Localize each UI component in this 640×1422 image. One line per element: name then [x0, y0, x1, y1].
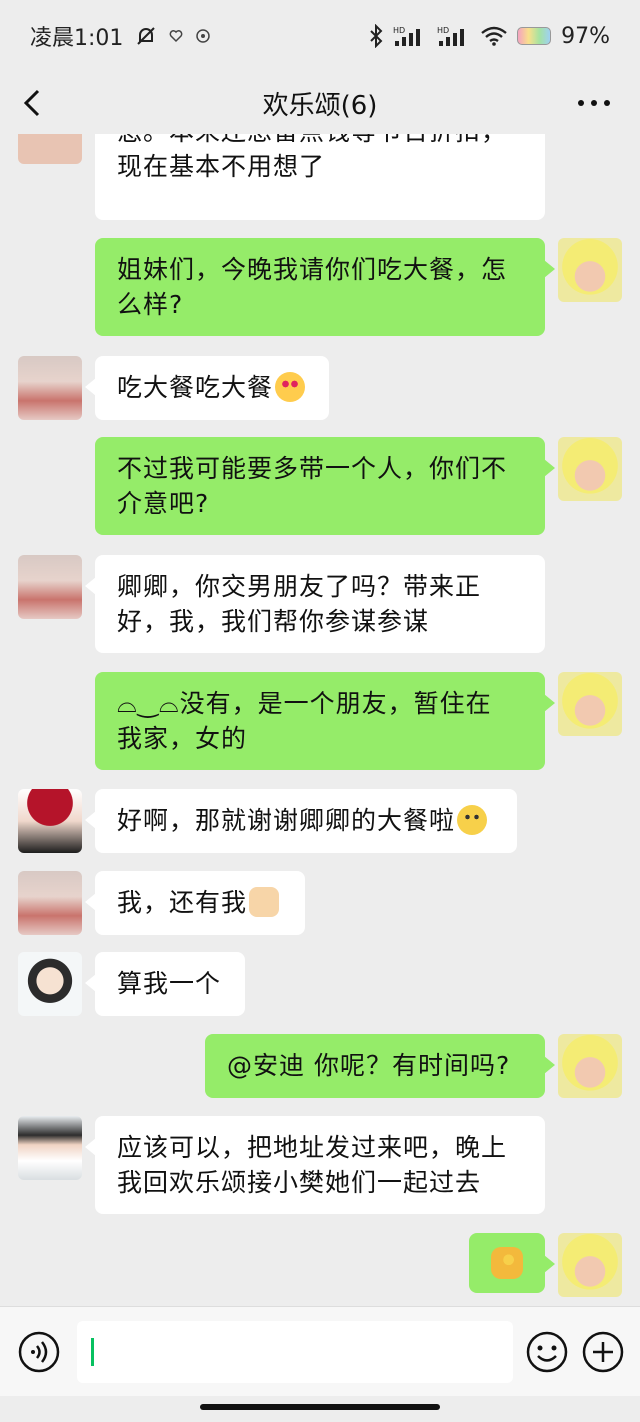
- message-bubble[interactable]: 不过我可能要多带一个人，你们不 介意吧?: [95, 437, 555, 535]
- message-bubble[interactable]: 应该可以，把地址发过来吧，晚上 我回欢乐颂接小樊她们一起过去: [85, 1116, 545, 1214]
- voice-icon: [18, 1331, 60, 1373]
- raised-hands-icon: [249, 887, 280, 917]
- message-text: 悠。本来还想留点钱等节日折扣， 现在基本不用想了: [117, 134, 506, 181]
- input-bar: [0, 1306, 640, 1396]
- message-text: 算我一个: [117, 969, 222, 998]
- message-text: ⌓‿⌓没有，是一个朋友，暂住在 我家，女的: [117, 689, 492, 753]
- avatar-pink-bow[interactable]: [18, 871, 82, 935]
- svg-text:HD: HD: [437, 26, 449, 35]
- avatar-pink-bow[interactable]: [18, 555, 82, 619]
- bluetooth-icon: [369, 24, 383, 48]
- chat-message-list[interactable]: 悠。本来还想留点钱等节日折扣， 现在基本不用想了姐妹们，今晚我请你们吃大餐，怎 …: [0, 134, 640, 1306]
- message-bubble[interactable]: [469, 1233, 555, 1293]
- heart-eyes-icon: [275, 372, 306, 402]
- message-bubble[interactable]: 算我一个: [85, 952, 245, 1016]
- avatar-pink-bow[interactable]: [18, 356, 82, 420]
- more-dots-icon: [578, 100, 610, 106]
- emoji-button[interactable]: [526, 1331, 568, 1373]
- message-bubble[interactable]: 好啊，那就谢谢卿卿的大餐啦: [85, 789, 517, 853]
- message-text: 不过我可能要多带一个人，你们不 介意吧?: [117, 454, 508, 518]
- status-left: 凌晨1:01: [30, 20, 211, 52]
- chat-title: 欢乐颂(6): [262, 90, 378, 121]
- avatar-red-beret[interactable]: [18, 789, 82, 853]
- avatar-cartoon-glasses[interactable]: [18, 952, 82, 1016]
- more-button[interactable]: [574, 86, 614, 120]
- mute-bell-icon: [135, 25, 157, 47]
- svg-text:HD: HD: [393, 26, 405, 35]
- avatar-red-hair[interactable]: [18, 134, 82, 164]
- ok-hand-icon: [491, 1247, 523, 1279]
- more-functions-button[interactable]: [582, 1331, 624, 1373]
- app-notification-icon: [195, 28, 211, 44]
- battery-icon: [517, 27, 552, 45]
- message-bubble[interactable]: @安迪 你呢？有时间吗?: [205, 1034, 555, 1098]
- smiley-icon: [526, 1331, 568, 1373]
- heart-icon: [169, 29, 183, 43]
- avatar-yellow-hat[interactable]: [558, 437, 622, 501]
- message-bubble[interactable]: 卿卿，你交男朋友了吗？带来正 好，我，我们帮你参谋参谋: [85, 555, 545, 653]
- message-bubble[interactable]: 吃大餐吃大餐: [85, 356, 329, 420]
- message-text: 好啊，那就谢谢卿卿的大餐啦: [117, 806, 456, 835]
- message-bubble[interactable]: 我，还有我: [85, 871, 305, 935]
- status-bar: 凌晨1:01 HD HD 97%: [0, 0, 640, 72]
- message-text: 我，还有我: [117, 888, 248, 917]
- message-text: 姐妹们，今晚我请你们吃大餐，怎 么样?: [117, 255, 508, 319]
- avatar-yellow-hat[interactable]: [558, 238, 622, 302]
- chat-header: 欢乐颂(6): [0, 72, 640, 134]
- wifi-icon: [481, 26, 507, 46]
- avatar-yellow-hat[interactable]: [558, 1233, 622, 1297]
- message-text: @安迪 你呢？有时间吗?: [227, 1051, 511, 1080]
- message-text: 吃大餐吃大餐: [117, 373, 274, 402]
- avatar-short-hair[interactable]: [18, 1116, 82, 1180]
- signal-hd-icon-1: HD: [393, 25, 427, 47]
- message-bubble[interactable]: 姐妹们，今晚我请你们吃大餐，怎 么样?: [95, 238, 555, 336]
- plus-icon: [582, 1331, 624, 1373]
- home-indicator[interactable]: [200, 1404, 440, 1410]
- message-input[interactable]: [77, 1321, 513, 1383]
- message-text: 应该可以，把地址发过来吧，晚上 我回欢乐颂接小樊她们一起过去: [117, 1133, 508, 1197]
- message-bubble[interactable]: ⌓‿⌓没有，是一个朋友，暂住在 我家，女的: [95, 672, 555, 770]
- smile-icon: [457, 805, 488, 835]
- status-right: HD HD 97%: [369, 24, 610, 49]
- status-time: 凌晨1:01: [30, 26, 124, 51]
- chevron-left-icon: [23, 89, 40, 117]
- back-button[interactable]: [22, 86, 56, 120]
- text-cursor: [91, 1338, 94, 1366]
- avatar-yellow-hat[interactable]: [558, 672, 622, 736]
- message-text: 卿卿，你交男朋友了吗？带来正 好，我，我们帮你参谋参谋: [117, 572, 482, 636]
- signal-hd-icon-2: HD: [437, 25, 471, 47]
- battery-percent: 97%: [561, 23, 610, 49]
- avatar-yellow-hat[interactable]: [558, 1034, 622, 1098]
- voice-button[interactable]: [18, 1331, 60, 1373]
- message-bubble[interactable]: 悠。本来还想留点钱等节日折扣， 现在基本不用想了: [95, 134, 545, 220]
